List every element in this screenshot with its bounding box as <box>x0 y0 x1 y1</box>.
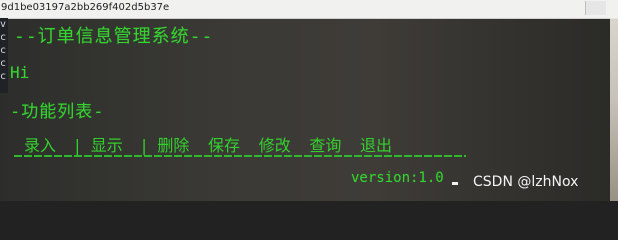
left-edge-letters: v c c c c <box>0 18 8 93</box>
menu-separator-1: | <box>74 136 81 155</box>
menu-item-delete[interactable]: 删除 <box>157 132 189 156</box>
menu-item-query[interactable]: 查询 <box>309 132 341 156</box>
left-letter-2: c <box>0 32 7 43</box>
menu-item-display[interactable]: 显示 <box>91 132 123 156</box>
function-list-title: -功能列表- <box>10 102 105 122</box>
menu-item-input[interactable]: 录入 <box>24 132 56 156</box>
menu-item-save[interactable]: 保存 <box>208 132 240 156</box>
menu-underline <box>14 155 466 157</box>
window-title-bar: 9d1be03197a2bb269f402d5b37e <box>0 0 618 19</box>
menu-item-exit[interactable]: 退出 <box>360 132 392 156</box>
system-heading: --订单信息管理系统-- <box>14 26 214 47</box>
greeting-text: Hi <box>10 63 30 82</box>
menu-item-edit[interactable]: 修改 <box>259 132 291 156</box>
window-title: 9d1be03197a2bb269f402d5b37e <box>1 2 170 13</box>
terminal-window: 9d1be03197a2bb269f402d5b37e v c c c c --… <box>0 0 618 201</box>
menu-separator-2: | <box>141 136 147 155</box>
left-letter-1: v <box>0 19 7 30</box>
left-letter-5: c <box>0 71 7 82</box>
right-edge-glare <box>610 18 618 201</box>
window-controls[interactable] <box>585 1 606 15</box>
version-text: version:1.0 <box>351 170 444 186</box>
left-letter-3: c <box>0 45 7 56</box>
terminal-cursor <box>452 182 458 185</box>
function-menu: 录入 | 显示 | 删除 保存 修改 查询 退出 <box>24 132 401 156</box>
watermark-text: CSDN @lzhNox <box>473 174 579 190</box>
left-letter-4: c <box>0 58 7 69</box>
